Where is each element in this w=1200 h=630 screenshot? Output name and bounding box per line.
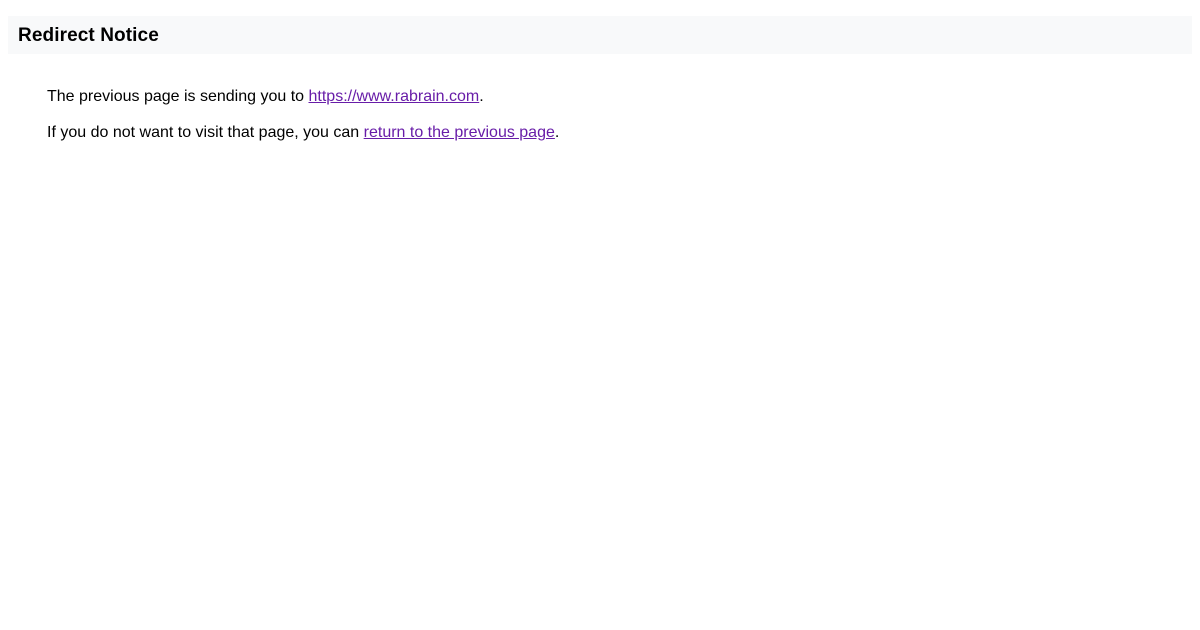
redirect-notice-page: Redirect Notice The previous page is sen… bbox=[0, 0, 1200, 630]
return-text-prefix: If you do not want to visit that page, y… bbox=[47, 124, 364, 141]
return-to-previous-page-link[interactable]: return to the previous page bbox=[364, 124, 555, 141]
redirect-destination-line: The previous page is sending you to http… bbox=[47, 86, 1180, 108]
redirect-text-suffix: . bbox=[479, 88, 484, 105]
header-bar: Redirect Notice bbox=[8, 16, 1192, 54]
return-line: If you do not want to visit that page, y… bbox=[47, 122, 1180, 144]
redirect-destination-link[interactable]: https://www.rabrain.com bbox=[309, 88, 480, 105]
page-title: Redirect Notice bbox=[18, 24, 159, 46]
redirect-text-prefix: The previous page is sending you to bbox=[47, 88, 309, 105]
redirect-message: The previous page is sending you to http… bbox=[47, 86, 1180, 144]
return-text-suffix: . bbox=[554, 124, 560, 141]
